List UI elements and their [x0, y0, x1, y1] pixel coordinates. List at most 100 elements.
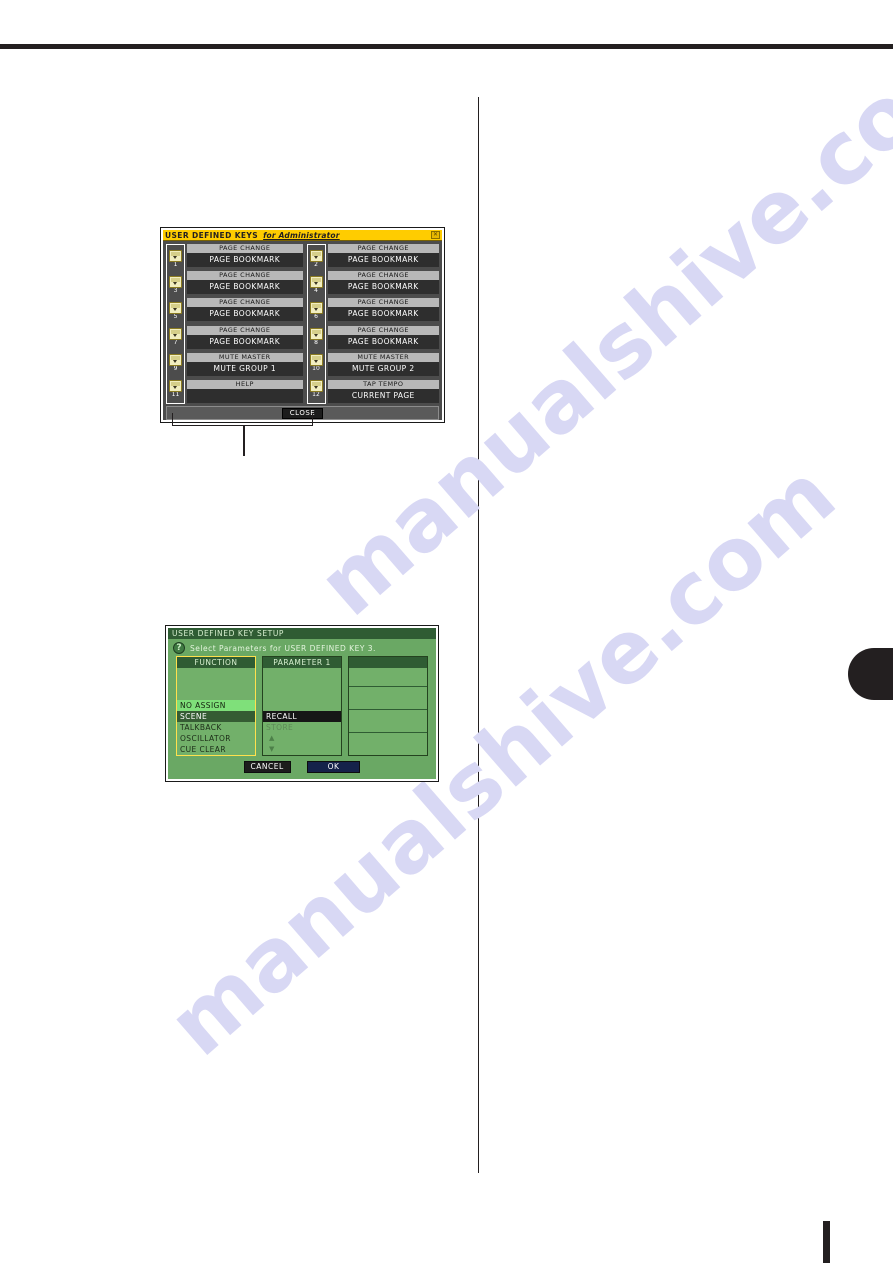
setup-dialog-buttons: CANCEL OK	[168, 761, 436, 773]
parameter2-panel-header	[349, 657, 427, 668]
key-number: 4	[314, 287, 318, 295]
key-number: 9	[173, 365, 178, 373]
chevron-down-icon	[309, 301, 323, 314]
key-selector-2[interactable]: 2	[308, 246, 325, 272]
list-item[interactable]	[349, 686, 427, 709]
key-function-label: MUTE MASTER	[187, 352, 303, 362]
key-number: 8	[314, 339, 318, 347]
keys-column-right: 2 4 6 8 10 12 PAGE CHANGE PAGE BOOKMARK …	[303, 244, 439, 404]
page-top-rule	[0, 44, 893, 49]
key-selector-7[interactable]: 7	[167, 324, 184, 350]
callout-bracket	[172, 413, 313, 426]
key-function-label: PAGE CHANGE	[327, 325, 439, 335]
chevron-down-icon	[169, 353, 182, 366]
chevron-down-icon	[309, 353, 323, 366]
list-item[interactable]	[349, 709, 427, 732]
dialog-titlebar: USER DEFINED KEYS for Administrator ✕	[163, 230, 442, 241]
key-selector-11[interactable]: 11	[167, 376, 184, 402]
page-edge-tab	[848, 648, 893, 700]
ok-button[interactable]: OK	[306, 761, 361, 773]
list-item[interactable]	[349, 732, 427, 755]
keys-column-left: 1 3 5 7 9 11 PAGE CHANGE PAGE BOOKMARK P…	[166, 244, 303, 404]
key-function-label: MUTE MASTER	[327, 352, 439, 362]
key-selector-6[interactable]: 6	[308, 298, 325, 324]
key-selector-8[interactable]: 8	[308, 324, 325, 350]
key-row[interactable]: PAGE CHANGE PAGE BOOKMARK	[327, 271, 439, 295]
key-number: 2	[314, 261, 318, 268]
key-function-label: PAGE CHANGE	[187, 298, 303, 308]
key-parameter-label: CURRENT PAGE	[327, 388, 439, 403]
cancel-button[interactable]: CANCEL	[243, 761, 291, 773]
setup-dialog-titlebar: USER DEFINED KEY SETUP	[168, 628, 436, 639]
key-function-label: PAGE CHANGE	[327, 271, 439, 281]
key-selector-3[interactable]: 3	[167, 272, 184, 298]
key-row[interactable]: PAGE CHANGE PAGE BOOKMARK	[187, 271, 303, 295]
chevron-down-icon	[309, 327, 323, 340]
key-selector-4[interactable]: 4	[308, 272, 325, 298]
column-divider	[478, 97, 479, 1173]
key-number: 1	[173, 261, 178, 268]
key-rows-right: PAGE CHANGE PAGE BOOKMARK PAGE CHANGE PA…	[326, 244, 439, 404]
key-row[interactable]: MUTE MASTER MUTE GROUP 1	[187, 352, 303, 377]
key-row[interactable]: PAGE CHANGE PAGE BOOKMARK	[327, 244, 439, 268]
list-item[interactable]: NO ASSIGN	[177, 700, 255, 711]
key-parameter-label: PAGE BOOKMARK	[187, 253, 303, 267]
chevron-down-icon	[169, 249, 182, 262]
chevron-down-icon	[309, 249, 323, 262]
scroll-up-icon[interactable]: ▲	[263, 733, 341, 744]
key-row[interactable]: HELP	[187, 379, 303, 404]
key-parameter-label	[187, 388, 303, 403]
key-row[interactable]: PAGE CHANGE PAGE BOOKMARK	[187, 325, 303, 350]
chevron-down-icon	[169, 379, 182, 392]
key-buttons-right: 2 4 6 8 10 12	[306, 244, 326, 404]
key-parameter-label: PAGE BOOKMARK	[327, 280, 439, 295]
key-parameter-label: PAGE BOOKMARK	[187, 307, 303, 322]
key-function-label: PAGE CHANGE	[327, 298, 439, 308]
list-item[interactable]: CUE CLEAR	[177, 744, 255, 755]
parameter1-list: RECALL STORE ▲ ▼	[263, 668, 341, 755]
key-row[interactable]: PAGE CHANGE PAGE BOOKMARK	[327, 325, 439, 350]
dialog-subtitle: for Administrator	[263, 230, 340, 240]
list-item[interactable]: STORE	[263, 722, 341, 733]
key-parameter-label: PAGE BOOKMARK	[327, 334, 439, 349]
chevron-down-icon	[169, 275, 182, 288]
chevron-down-icon	[169, 301, 182, 314]
function-panel: FUNCTION NO ASSIGN SCENE TALKBACK OSCILL…	[176, 656, 256, 756]
scroll-down-icon[interactable]: ▼	[263, 744, 341, 755]
key-number: 12	[312, 391, 320, 399]
key-number: 6	[314, 313, 318, 321]
key-parameter-label: PAGE BOOKMARK	[327, 253, 439, 267]
parameter2-panel	[348, 656, 428, 756]
key-selector-5[interactable]: 5	[167, 298, 184, 324]
window-close-icon[interactable]: ✕	[431, 231, 440, 239]
list-item[interactable]: OSCILLATOR	[177, 733, 255, 744]
key-selector-10[interactable]: 10	[308, 350, 325, 376]
list-item[interactable]: TALKBACK	[177, 722, 255, 733]
list-item[interactable]: SCENE	[177, 711, 255, 722]
key-function-label: PAGE CHANGE	[187, 325, 303, 335]
key-function-label: PAGE CHANGE	[187, 271, 303, 281]
key-selector-9[interactable]: 9	[167, 350, 184, 376]
key-rows-left: PAGE CHANGE PAGE BOOKMARK PAGE CHANGE PA…	[185, 244, 303, 404]
key-parameter-label: PAGE BOOKMARK	[187, 280, 303, 295]
key-function-label: PAGE CHANGE	[327, 244, 439, 253]
key-row[interactable]: PAGE CHANGE PAGE BOOKMARK	[327, 298, 439, 322]
key-row[interactable]: PAGE CHANGE PAGE BOOKMARK	[187, 298, 303, 322]
chevron-down-icon	[169, 327, 182, 340]
key-selector-12[interactable]: 12	[308, 376, 325, 402]
user-defined-key-setup-dialog: USER DEFINED KEY SETUP ? Select Paramete…	[165, 625, 439, 782]
key-parameter-label: MUTE GROUP 2	[327, 361, 439, 376]
list-item[interactable]: RECALL	[263, 711, 341, 722]
chevron-down-icon	[309, 379, 323, 392]
key-row[interactable]: TAP TEMPO CURRENT PAGE	[327, 379, 439, 404]
user-defined-keys-dialog: USER DEFINED KEYS for Administrator ✕ 1 …	[160, 227, 445, 423]
key-row[interactable]: PAGE CHANGE PAGE BOOKMARK	[187, 244, 303, 268]
setup-panels: FUNCTION NO ASSIGN SCENE TALKBACK OSCILL…	[168, 656, 436, 756]
parameter1-panel-header: PARAMETER 1	[263, 657, 341, 668]
setup-prompt-row: ? Select Parameters for USER DEFINED KEY…	[168, 639, 436, 656]
key-row[interactable]: MUTE MASTER MUTE GROUP 2	[327, 352, 439, 377]
key-buttons-left: 1 3 5 7 9 11	[166, 244, 185, 404]
setup-dialog-title: USER DEFINED KEY SETUP	[172, 629, 285, 638]
key-selector-1[interactable]: 1	[167, 246, 184, 272]
question-mark-icon: ?	[173, 642, 185, 654]
